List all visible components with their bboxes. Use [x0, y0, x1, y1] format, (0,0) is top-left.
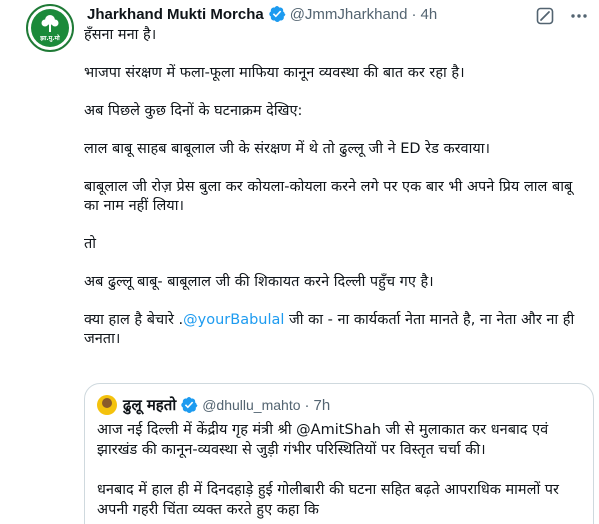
tweet-paragraph: बाबूलाल जी रोज़ प्रेस बुला कर कोयला-कोयल…	[84, 179, 573, 214]
tweet-header: Jharkhand Mukti Morcha @JmmJharkhand · 4…	[87, 3, 437, 25]
tweet-paragraph: हँसना मना है।	[84, 27, 157, 43]
verified-badge-icon	[269, 5, 286, 23]
tweet-paragraph: भाजपा संरक्षण में फला-फूला माफिया कानून …	[84, 65, 465, 81]
quote-timestamp: 7h	[313, 396, 331, 414]
quote-paragraph: आज नई दिल्ली में केंद्रीय गृह मंत्री श्र…	[97, 422, 549, 458]
tweet-paragraph-mention: क्या हाल है बेचारे .@yourBabulal जी का -…	[84, 311, 589, 349]
author-handle[interactable]: @JmmJharkhand	[290, 6, 408, 23]
separator-dot: ·	[411, 5, 417, 23]
quote-avatar[interactable]	[97, 395, 117, 415]
tweet-paragraph: अब पिछले कुछ दिनों के घटनाक्रम देखिए:	[84, 103, 303, 119]
more-icon[interactable]	[569, 6, 589, 26]
quote-paragraph: धनबाद में हाल ही में दिनदहाड़े हुई गोलीब…	[97, 482, 559, 518]
verified-badge-icon	[181, 396, 198, 414]
grok-icon[interactable]	[535, 6, 555, 26]
quoted-tweet[interactable]: ढुलू महतो @dhullu_mahto · 7h आज नई दिल्ल…	[84, 383, 594, 524]
mention-link[interactable]: @yourBabulal	[183, 312, 284, 328]
account-avatar[interactable]: झा.मु.मो	[26, 4, 74, 52]
tweet-actions	[535, 6, 589, 26]
tweet-timestamp[interactable]: 4h	[420, 6, 437, 23]
tweet-paragraph: लाल बाबू साहब बाबूलाल जी के संरक्षण में …	[84, 141, 491, 157]
tweet-paragraph: तो	[84, 236, 97, 252]
quote-author-handle: @dhullu_mahto	[202, 397, 301, 413]
mention-prefix: क्या हाल है बेचारे .	[84, 312, 184, 328]
tweet-text: हँसना मना है। भाजपा संरक्षण में फला-फूला…	[84, 26, 589, 367]
party-logo: झा.मु.मो	[31, 9, 69, 47]
author-name[interactable]: Jharkhand Mukti Morcha	[87, 6, 264, 23]
tree-icon	[41, 15, 59, 32]
quote-header: ढुलू महतो @dhullu_mahto · 7h	[97, 394, 330, 416]
separator-dot: ·	[304, 396, 310, 414]
avatar-caption: झा.मु.मो	[40, 35, 60, 42]
tweet-paragraph: अब ढुल्लू बाबू- बाबूलाल जी की शिकायत करन…	[84, 274, 434, 290]
quote-author-name: ढुलू महतो	[123, 396, 177, 414]
quote-text: आज नई दिल्ली में केंद्रीय गृह मंत्री श्र…	[97, 420, 587, 524]
